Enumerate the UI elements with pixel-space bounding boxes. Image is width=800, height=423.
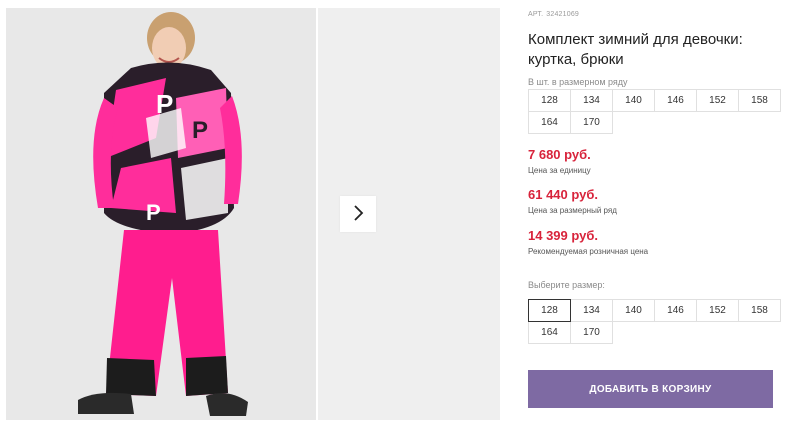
chevron-right-icon [351,204,365,225]
article-value: 32421069 [546,11,580,18]
size-option[interactable]: 170 [570,321,613,344]
unit-price-note: Цена за единицу [528,166,591,175]
row-size-cell: 158 [738,89,781,112]
add-to-cart-button[interactable]: ДОБАВИТЬ В КОРЗИНУ [528,370,773,408]
row-price: 61 440 руб. [528,187,599,202]
article-label: АРТ. [528,11,544,18]
unit-price: 7 680 руб. [528,147,591,162]
size-option-selected[interactable]: 128 [528,299,571,322]
row-sizes-grid: 128 134 140 146 152 158 164 170 [528,89,781,134]
row-size-cell: 152 [696,89,739,112]
row-size-cell: 170 [570,111,613,134]
retail-price-note: Рекомендуемая розничная цена [528,247,649,256]
row-size-cell: 128 [528,89,571,112]
row-size-cell: 164 [528,111,571,134]
size-option[interactable]: 146 [654,299,697,322]
row-size-cell: 134 [570,89,613,112]
size-option[interactable]: 134 [570,299,613,322]
size-option[interactable]: 158 [738,299,781,322]
size-option[interactable]: 140 [612,299,655,322]
size-option[interactable]: 152 [696,299,739,322]
row-price-note: Цена за размерный ряд [528,206,617,215]
product-photo[interactable]: P P P [6,8,316,420]
article-number: АРТ. 32421069 [528,11,582,18]
select-size-label: Выберите размер: [528,280,605,290]
row-size-cell: 146 [654,89,697,112]
gallery-next-button[interactable] [340,196,376,232]
size-selector: 128 134 140 146 152 158 164 170 [528,299,781,344]
product-info: АРТ. 32421069 Комплект зимний для девочки… [528,0,800,423]
product-gallery: P P P [0,0,500,423]
girl-winter-suit-illustration: P P P [6,8,316,420]
size-option[interactable]: 164 [528,321,571,344]
row-size-cell: 140 [612,89,655,112]
svg-text:P: P [146,200,161,225]
row-sizes-label: В шт. в размерном ряду [528,77,628,87]
product-title: Комплект зимний для девочки: куртка, брю… [528,31,743,68]
svg-text:P: P [156,89,173,119]
svg-text:P: P [192,117,208,144]
retail-price: 14 399 руб. [528,228,599,243]
